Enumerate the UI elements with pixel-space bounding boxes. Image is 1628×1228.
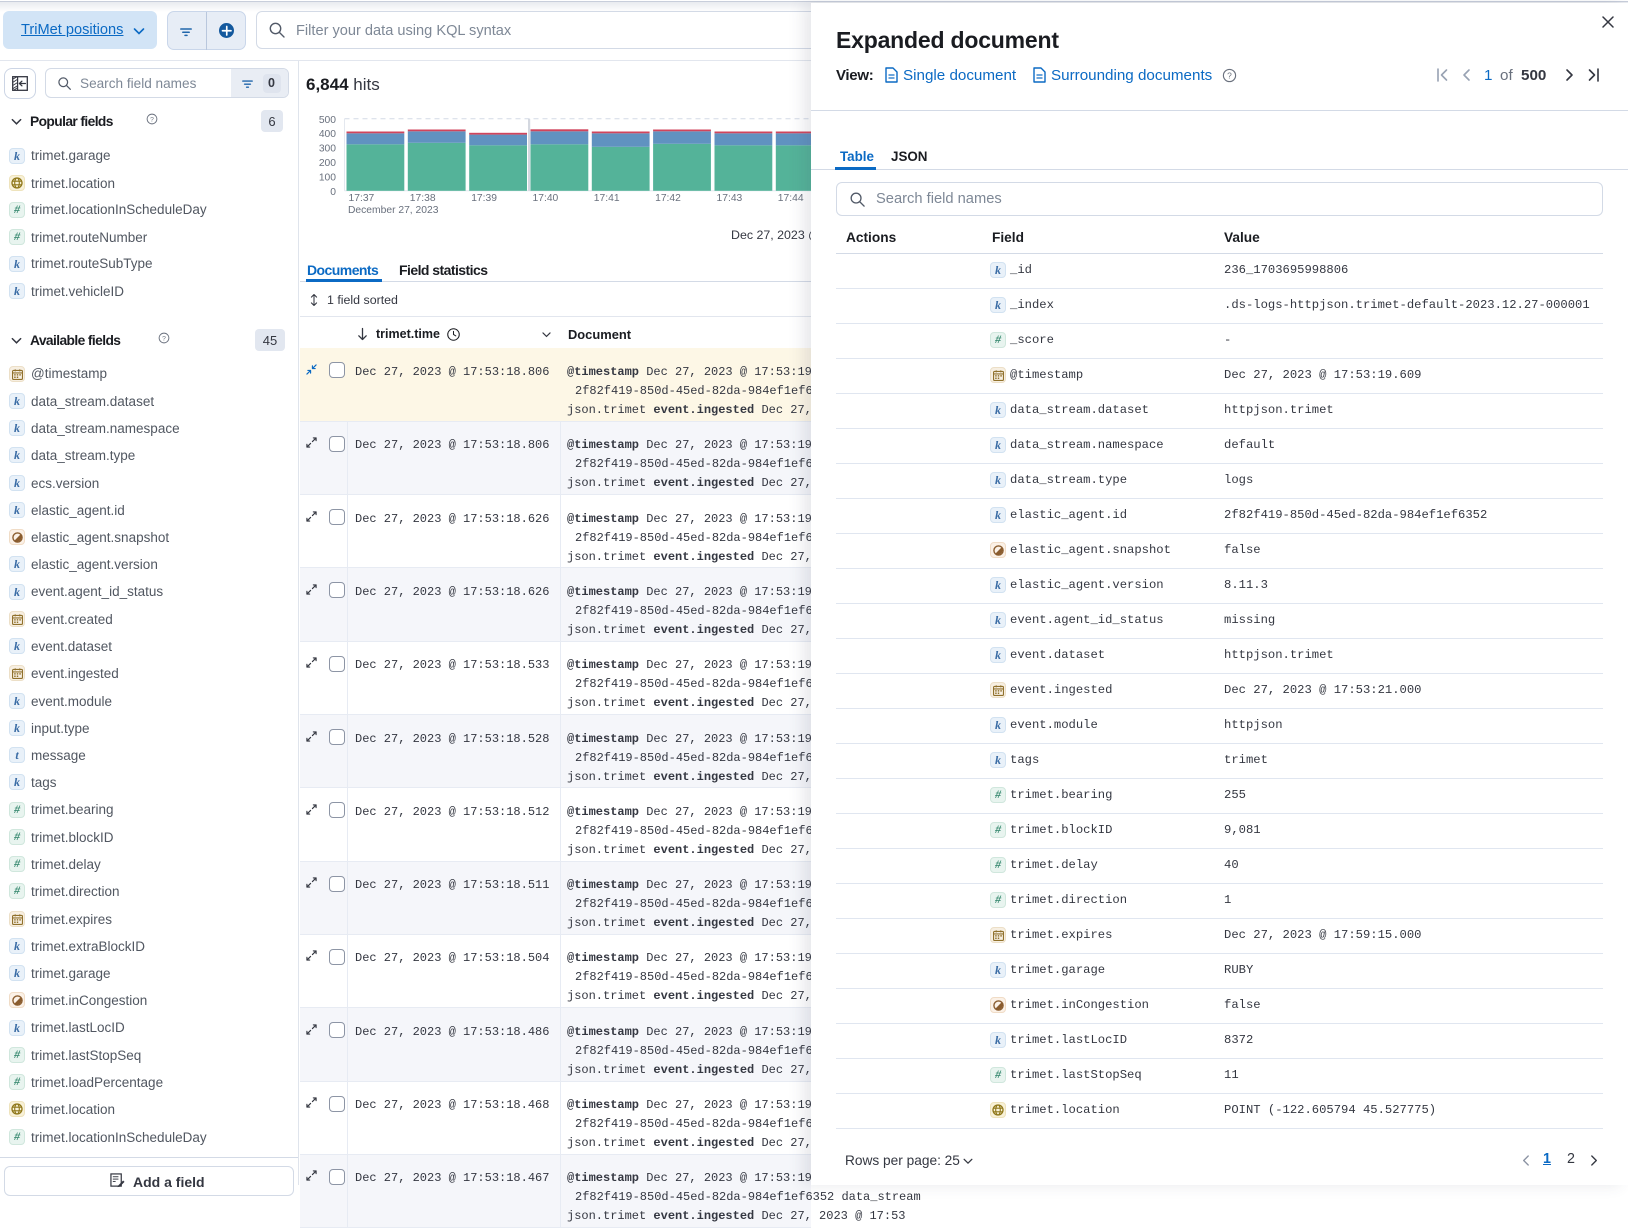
svg-text:?: ? bbox=[1227, 70, 1232, 80]
svg-text:500: 500 bbox=[319, 115, 336, 126]
svg-text:17:38: 17:38 bbox=[410, 193, 436, 204]
svg-text:17:43: 17:43 bbox=[717, 193, 743, 204]
svg-text:?: ? bbox=[162, 335, 166, 342]
svg-text:200: 200 bbox=[319, 158, 336, 169]
svg-text:100: 100 bbox=[319, 172, 336, 183]
svg-text:December 27, 2023: December 27, 2023 bbox=[348, 205, 439, 216]
svg-text:17:41: 17:41 bbox=[594, 193, 620, 204]
svg-text:17:40: 17:40 bbox=[533, 193, 559, 204]
svg-text:17:42: 17:42 bbox=[655, 193, 681, 204]
svg-text:17:37: 17:37 bbox=[349, 193, 375, 204]
svg-text:400: 400 bbox=[319, 129, 336, 140]
svg-text:17:44: 17:44 bbox=[778, 193, 804, 204]
svg-text:17:39: 17:39 bbox=[471, 193, 497, 204]
svg-text:0: 0 bbox=[330, 187, 336, 198]
svg-text:300: 300 bbox=[319, 144, 336, 155]
svg-text:?: ? bbox=[150, 116, 154, 123]
